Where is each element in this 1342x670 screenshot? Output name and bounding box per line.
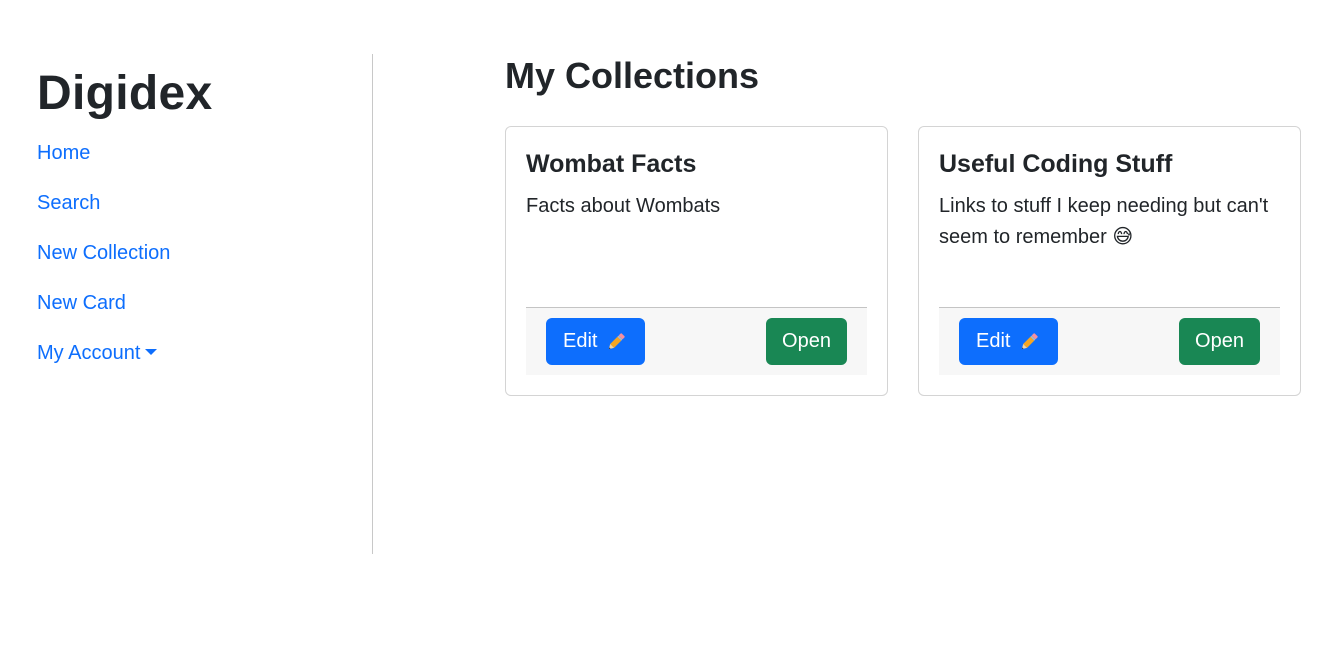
pencil-icon [1022, 332, 1039, 349]
nav-dropdown-my-account[interactable]: My Account [37, 341, 372, 365]
card-description: Links to stuff I keep needing but can't … [939, 191, 1280, 252]
grinning-sweat-emoji: 😅 [1112, 224, 1134, 248]
edit-button-label: Edit [976, 330, 1011, 352]
open-button[interactable]: Open [766, 318, 847, 365]
main-content: My Collections Wombat Facts Facts about … [505, 56, 1305, 396]
my-account-label: My Account [37, 342, 141, 364]
edit-button[interactable]: Edit [546, 318, 645, 365]
card-title: Wombat Facts [526, 150, 697, 178]
nav-link-home[interactable]: Home [37, 141, 372, 165]
pencil-icon [609, 332, 626, 349]
nav-link-search[interactable]: Search [37, 191, 372, 215]
nav-link-new-card[interactable]: New Card [37, 291, 372, 315]
nav-link-new-collection[interactable]: New Collection [37, 241, 372, 265]
card-description-text: Links to stuff I keep needing but can't … [939, 195, 1269, 248]
page-title: My Collections [505, 55, 760, 96]
collection-card: Useful Coding Stuff Links to stuff I kee… [918, 126, 1301, 396]
edit-button-label: Edit [563, 330, 598, 352]
brand-title: Digidex [37, 67, 213, 120]
collection-cards: Wombat Facts Facts about Wombats Edit Op… [505, 126, 1305, 396]
sidebar: Digidex Home Search New Collection New C… [37, 54, 373, 554]
card-description: Facts about Wombats [526, 195, 721, 217]
card-footer: Edit Open [939, 307, 1280, 375]
collection-card: Wombat Facts Facts about Wombats Edit Op… [505, 126, 888, 396]
open-button[interactable]: Open [1179, 318, 1260, 365]
edit-button[interactable]: Edit [959, 318, 1058, 365]
caret-down-icon [145, 349, 158, 355]
card-footer: Edit Open [526, 307, 867, 375]
card-title: Useful Coding Stuff [939, 150, 1173, 178]
